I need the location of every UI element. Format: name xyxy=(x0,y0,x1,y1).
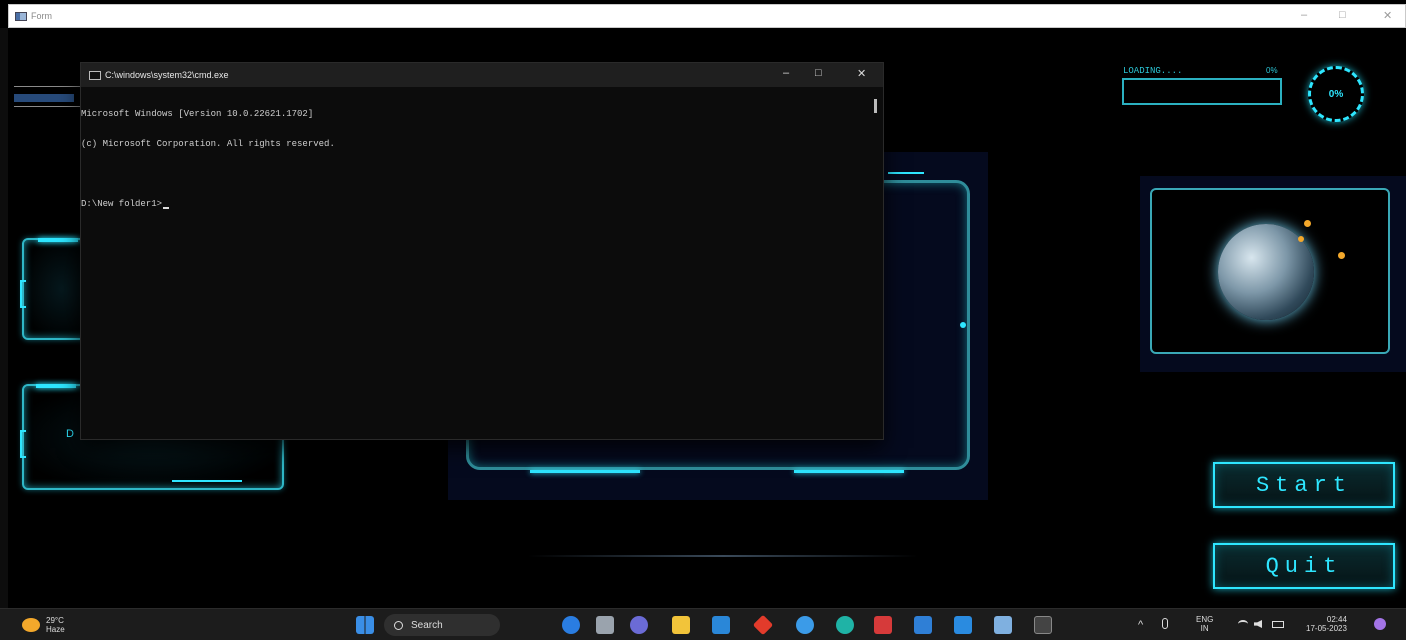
taskbar: 29°C Haze Search ^ ENG IN 02:44 17-05-20… xyxy=(0,608,1406,640)
battery-icon[interactable] xyxy=(1272,621,1284,628)
edge-icon[interactable] xyxy=(836,616,854,634)
weather-desc: Haze xyxy=(46,625,65,634)
search-icon xyxy=(394,620,403,630)
notification-icon[interactable] xyxy=(1374,618,1386,630)
cmd-scrollbar[interactable] xyxy=(874,99,877,113)
central-bottom-line-right xyxy=(794,470,904,473)
task-view-icon[interactable] xyxy=(596,616,614,634)
start-menu-icon[interactable] xyxy=(356,616,374,634)
hud-cap xyxy=(38,238,78,242)
left-panel-text: D xyxy=(66,428,74,440)
mail-icon[interactable] xyxy=(712,616,730,634)
hud-cap xyxy=(36,384,76,388)
progress-ring-value: 0% xyxy=(1328,88,1344,100)
region-label: IN xyxy=(1200,624,1209,633)
cmd-line: Microsoft Windows [Version 10.0.22621.17… xyxy=(81,109,314,119)
tray-overflow-icon[interactable]: ^ xyxy=(1138,619,1143,631)
orbit-dot xyxy=(1298,236,1304,242)
mcafee-icon[interactable] xyxy=(874,616,892,634)
app-blue-icon[interactable] xyxy=(914,616,932,634)
cmd-prompt-line: D:\New folder1> xyxy=(81,199,883,209)
cmd-maximize-button[interactable]: □ xyxy=(815,67,822,79)
form-window-title: Form xyxy=(31,11,52,21)
vscode-icon[interactable] xyxy=(954,616,972,634)
start-button[interactable]: Start xyxy=(1213,462,1395,508)
app-diamond-icon[interactable] xyxy=(752,614,774,636)
photo-app-icon[interactable] xyxy=(994,616,1012,634)
loading-label: LOADING.... xyxy=(1123,66,1183,76)
cmd-titlebar[interactable]: C:\windows\system32\cmd.exe – □ ✕ xyxy=(81,63,883,87)
orbit-dot xyxy=(1304,220,1311,227)
hud-bracket xyxy=(20,430,26,458)
cmd-icon xyxy=(89,70,101,80)
central-side-dot xyxy=(960,322,966,328)
cmd-close-button[interactable]: ✕ xyxy=(857,67,866,80)
orbit-dot xyxy=(1338,252,1345,259)
clock-date: 17-05-2023 xyxy=(1306,624,1347,633)
form-window-titlebar[interactable]: Form – □ ✕ xyxy=(8,4,1406,28)
cmd-minimize-button[interactable]: – xyxy=(783,67,789,79)
volume-icon[interactable] xyxy=(1254,620,1262,628)
language-label: ENG xyxy=(1196,615,1214,624)
hud-panel-bottom-line xyxy=(172,480,242,482)
weather-sun-icon xyxy=(22,618,40,632)
language-indicator[interactable]: ENG IN xyxy=(1196,615,1213,633)
bing-chat-icon[interactable] xyxy=(562,616,580,634)
progress-ring: 0% xyxy=(1308,66,1364,122)
mic-icon[interactable] xyxy=(1162,618,1168,629)
loading-progress-bar xyxy=(1122,78,1282,105)
loading-percent: 0% xyxy=(1266,66,1278,75)
taskbar-search[interactable]: Search xyxy=(384,614,500,636)
cmd-title: C:\windows\system32\cmd.exe xyxy=(105,70,229,80)
chat-icon[interactable] xyxy=(630,616,648,634)
terminal-icon[interactable] xyxy=(1034,616,1052,634)
cmd-console[interactable]: Microsoft Windows [Version 10.0.22621.17… xyxy=(81,87,883,229)
browser-icon[interactable] xyxy=(796,616,814,634)
left-window-edge xyxy=(0,28,8,608)
globe-display-frame xyxy=(1150,188,1390,354)
weather-widget[interactable]: 29°C Haze xyxy=(22,616,65,634)
globe-display xyxy=(1140,176,1406,372)
maximize-button[interactable]: □ xyxy=(1339,9,1346,21)
central-bottom-line-left xyxy=(530,470,640,473)
close-button[interactable]: ✕ xyxy=(1383,9,1392,22)
minimize-button[interactable]: – xyxy=(1301,9,1307,21)
cmd-prompt: D:\New folder1> xyxy=(81,199,163,209)
clock-time: 02:44 xyxy=(1326,615,1347,624)
file-explorer-icon[interactable] xyxy=(672,616,690,634)
wifi-icon[interactable] xyxy=(1238,620,1248,628)
central-top-line xyxy=(888,172,924,174)
cmd-window[interactable]: C:\windows\system32\cmd.exe – □ ✕ Micros… xyxy=(80,62,884,440)
form-app-icon xyxy=(15,11,27,21)
weather-temp: 29°C xyxy=(46,616,64,625)
clock[interactable]: 02:44 17-05-2023 xyxy=(1306,615,1347,633)
quit-button[interactable]: Quit xyxy=(1213,543,1395,589)
hud-bracket xyxy=(20,280,26,308)
taskbar-search-label: Search xyxy=(411,619,443,631)
cmd-line: (c) Microsoft Corporation. All rights re… xyxy=(81,139,335,149)
cmd-cursor xyxy=(163,207,170,209)
bottom-divider-line xyxy=(528,555,918,557)
hud-top-left-lines xyxy=(14,82,86,114)
